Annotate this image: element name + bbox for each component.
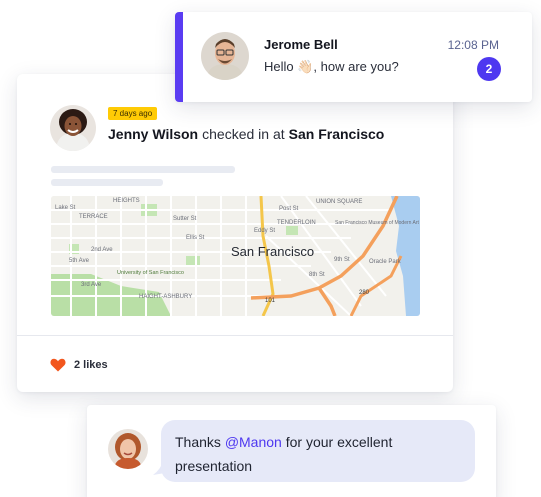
- heart-icon[interactable]: [50, 358, 66, 372]
- map-label: Sutter St: [173, 216, 197, 222]
- skeleton-line-2: [51, 179, 163, 186]
- map-label: 3rd Ave: [81, 282, 102, 288]
- user-name[interactable]: Jenny Wilson: [108, 126, 198, 142]
- likes-count: 2 likes: [74, 359, 108, 371]
- sender-name: Jerome Bell: [264, 37, 338, 52]
- comment-prefix: Thanks: [175, 434, 225, 450]
- map-label: University of San Francisco: [117, 270, 184, 276]
- time-ago-badge: 7 days ago: [108, 107, 158, 120]
- map-label: TERRACE: [79, 214, 108, 220]
- card-divider: [17, 335, 453, 336]
- mention-link[interactable]: @Manon: [225, 434, 282, 450]
- likes-row[interactable]: 2 likes: [50, 358, 108, 372]
- map-label: HAIGHT-ASHBURY: [139, 294, 192, 300]
- avatar-commenter[interactable]: [108, 429, 148, 469]
- park-block: [286, 226, 298, 235]
- checkin-headline: Jenny Wilson checked in at San Francisco: [108, 126, 384, 142]
- map-label: 5th Ave: [69, 258, 90, 264]
- map-label: Ellis St: [186, 235, 205, 241]
- comment-bubble: Thanks @Manon for your excellent present…: [161, 420, 475, 482]
- map-label: Post St: [279, 206, 299, 212]
- map-label: 2nd Ave: [91, 247, 113, 253]
- map-label: Lake St: [55, 205, 76, 211]
- map-label: Eddy St: [254, 228, 275, 234]
- map-label: Oracle Park: [369, 259, 402, 265]
- checkin-card: 7 days ago Jenny Wilson checked in at San …: [17, 74, 453, 392]
- location-map[interactable]: Lake St TERRACE HEIGHTS Sutter St Ellis …: [51, 196, 420, 316]
- accent-bar: [175, 12, 183, 102]
- message-time: 12:08 PM: [447, 38, 499, 52]
- map-city-label: San Francisco: [231, 244, 314, 259]
- map-label: 8th St: [309, 272, 325, 278]
- message-preview: Hello 👋🏻, how are you?: [264, 59, 399, 74]
- map-label: San Francisco Museum of Modern Art: [335, 220, 420, 226]
- avatar-jenny-wilson[interactable]: [50, 105, 96, 151]
- skeleton-line-1: [51, 166, 235, 173]
- checkin-action: checked in at: [202, 126, 285, 142]
- map-label: UNION SQUARE: [316, 199, 362, 205]
- avatar-jerome-bell[interactable]: [201, 32, 249, 80]
- map-label: TENDERLOIN: [277, 220, 316, 226]
- map-label: 101: [265, 298, 276, 304]
- comment-card: Thanks @Manon for your excellent present…: [87, 405, 496, 497]
- map-label: HEIGHTS: [113, 198, 140, 204]
- map-label: 280: [359, 290, 370, 296]
- message-notification[interactable]: Jerome Bell Hello 👋🏻, how are you? 12:08…: [175, 12, 532, 102]
- park-block: [186, 256, 200, 266]
- place-name[interactable]: San Francisco: [289, 126, 385, 142]
- unread-count-badge: 2: [477, 57, 501, 81]
- map-label: 9th St: [334, 257, 350, 263]
